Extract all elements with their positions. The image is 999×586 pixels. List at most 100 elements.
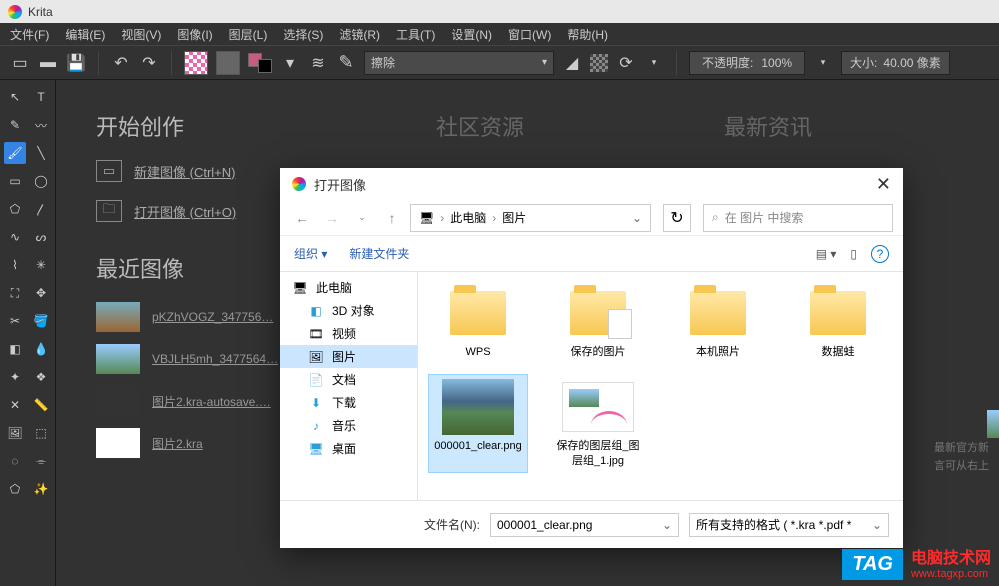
file-item-image[interactable]: 000001_clear.png xyxy=(428,374,528,473)
new-folder-button[interactable]: 新建文件夹 xyxy=(349,245,409,262)
fill-tool-icon[interactable]: 🪣 xyxy=(30,310,52,332)
nav-recent-icon[interactable]: ⌄ xyxy=(350,206,374,230)
sidebar-item-pictures[interactable]: 🖼图片 xyxy=(280,345,417,368)
file-item-folder[interactable]: 保存的图片 xyxy=(548,280,648,364)
menu-edit[interactable]: 编辑(E) xyxy=(61,24,109,45)
line-tool-icon[interactable]: ╲ xyxy=(30,142,52,164)
filename-label: 文件名(N): xyxy=(424,516,480,533)
contiguous-select-tool-icon[interactable]: ✨ xyxy=(30,478,52,500)
watermark-tag: TAG xyxy=(842,549,903,580)
sidebar-item-downloads[interactable]: ⬇下载 xyxy=(280,391,417,414)
freehand-select-tool-icon[interactable]: ⌯ xyxy=(30,450,52,472)
brush-tool-icon[interactable]: 🖌 xyxy=(4,142,26,164)
main-toolbar: ▭ ▬ 💾 ↶ ↷ ▾ ≋ ✎ 擦除 ◢ ⟳ ▾ 不透明度: 100% ▾ 大小… xyxy=(0,45,999,80)
filename-input[interactable]: 000001_clear.png xyxy=(490,513,679,537)
address-bar[interactable]: 🖥 › 此电脑 › 图片 ⌄ xyxy=(410,204,651,232)
menu-settings[interactable]: 设置(N) xyxy=(447,24,496,45)
help-icon[interactable]: ? xyxy=(871,245,889,263)
menu-layer[interactable]: 图层(L) xyxy=(225,24,272,45)
calligraphy-tool-icon[interactable]: 〰 xyxy=(30,114,52,136)
title-bar: Krita xyxy=(0,0,999,23)
pattern-edit-tool-icon[interactable]: ❖ xyxy=(30,366,52,388)
menu-file[interactable]: 文件(F) xyxy=(6,24,53,45)
separator xyxy=(171,51,172,75)
menu-help[interactable]: 帮助(H) xyxy=(563,24,612,45)
chevron-down-icon[interactable]: ▾ xyxy=(644,53,664,73)
brush-preset-icon[interactable]: ✎ xyxy=(336,53,356,73)
filetype-select[interactable]: 所有支持的格式 ( *.kra *.pdf * xyxy=(689,513,889,537)
nav-up-icon[interactable]: ↑ xyxy=(380,206,404,230)
preview-pane-button[interactable]: ▯ xyxy=(850,247,857,261)
transform-tool-icon[interactable]: ⛶ xyxy=(4,282,26,304)
text-tool-icon[interactable]: T xyxy=(30,86,52,108)
menu-image[interactable]: 图像(I) xyxy=(173,24,216,45)
color-picker[interactable] xyxy=(248,53,272,73)
nav-forward-icon[interactable]: → xyxy=(320,206,344,230)
refresh-button[interactable]: ↻ xyxy=(663,204,691,232)
measure-tool-icon[interactable]: 📏 xyxy=(30,394,52,416)
poly-select-tool-icon[interactable]: ⬠ xyxy=(4,478,26,500)
smart-patch-tool-icon[interactable]: ✦ xyxy=(4,366,26,388)
ellipse-select-tool-icon[interactable]: ◌ xyxy=(4,450,26,472)
opacity-slider[interactable]: 不透明度: 100% xyxy=(689,51,805,75)
redo-icon[interactable]: ↷ xyxy=(139,53,159,73)
polygon-tool-icon[interactable]: ⬠ xyxy=(4,198,26,220)
rect-tool-icon[interactable]: ▭ xyxy=(4,170,26,192)
freehand-path-tool-icon[interactable]: ᔕ xyxy=(30,226,52,248)
organize-menu[interactable]: 组织 ▾ xyxy=(294,245,327,262)
crop-tool-icon[interactable]: ✂ xyxy=(4,310,26,332)
menu-select[interactable]: 选择(S) xyxy=(279,24,327,45)
file-item-image[interactable]: 保存的图层组_图层组_1.jpg xyxy=(548,374,648,473)
close-icon[interactable]: ✕ xyxy=(876,174,891,195)
view-mode-button[interactable]: ▤ ▾ xyxy=(816,247,837,261)
open-doc-icon[interactable]: ▬ xyxy=(38,53,58,73)
chevron-down-icon[interactable]: ▾ xyxy=(813,53,833,73)
file-item-folder[interactable]: WPS xyxy=(428,280,528,364)
eraser-icon[interactable]: ◢ xyxy=(562,53,582,73)
search-input[interactable]: ⌕ 在 图片 中搜索 xyxy=(703,204,893,232)
file-item-folder[interactable]: 本机照片 xyxy=(668,280,768,364)
size-label: 大小: xyxy=(850,54,877,71)
polyline-tool-icon[interactable]: 〳 xyxy=(30,198,52,220)
sidebar-item-videos[interactable]: 🎞视频 xyxy=(280,322,417,345)
ellipse-tool-icon[interactable]: ◯ xyxy=(30,170,52,192)
reference-tool-icon[interactable]: 🖼 xyxy=(4,422,26,444)
menu-tools[interactable]: 工具(T) xyxy=(392,24,439,45)
sidebar-item-3d[interactable]: ◧3D 对象 xyxy=(280,299,417,322)
bezier-tool-icon[interactable]: ∿ xyxy=(4,226,26,248)
blend-mode-select[interactable]: 擦除 xyxy=(364,51,554,75)
menu-bar: 文件(F) 编辑(E) 视图(V) 图像(I) 图层(L) 选择(S) 滤镜(R… xyxy=(0,23,999,45)
chevron-down-icon[interactable]: ▾ xyxy=(280,53,300,73)
menu-view[interactable]: 视图(V) xyxy=(117,24,165,45)
reload-icon[interactable]: ⟳ xyxy=(616,53,636,73)
save-doc-icon[interactable]: 💾 xyxy=(66,53,86,73)
new-doc-icon[interactable]: ▭ xyxy=(10,53,30,73)
sidebar-item-music[interactable]: ♪音乐 xyxy=(280,414,417,437)
undo-icon[interactable]: ↶ xyxy=(111,53,131,73)
menu-window[interactable]: 窗口(W) xyxy=(504,24,555,45)
alpha-lock-icon[interactable] xyxy=(590,54,608,72)
menu-filter[interactable]: 滤镜(R) xyxy=(335,24,384,45)
multibrush-tool-icon[interactable]: ✳ xyxy=(30,254,52,276)
lines-icon[interactable]: ≋ xyxy=(308,53,328,73)
rect-select-tool-icon[interactable]: ⬚ xyxy=(30,422,52,444)
dynamic-brush-tool-icon[interactable]: ⌇ xyxy=(4,254,26,276)
nav-back-icon[interactable]: ← xyxy=(290,206,314,230)
texture-swatch[interactable] xyxy=(216,51,240,75)
file-item-folder[interactable]: 数据蛙 xyxy=(788,280,888,364)
assistant-tool-icon[interactable]: ✕ xyxy=(4,394,26,416)
color-picker-tool-icon[interactable]: 💧 xyxy=(30,338,52,360)
opacity-label: 不透明度: xyxy=(702,54,753,71)
pattern-swatch[interactable] xyxy=(184,51,208,75)
sidebar-item-this-pc[interactable]: 🖥此电脑 xyxy=(280,276,417,299)
sidebar-item-desktop[interactable]: 🖥桌面 xyxy=(280,437,417,460)
dialog-sidebar: 🖥此电脑 ◧3D 对象 🎞视频 🖼图片 📄文档 ⬇下载 ♪音乐 🖥桌面 xyxy=(280,272,418,500)
edit-shape-tool-icon[interactable]: ✎ xyxy=(4,114,26,136)
dialog-title-bar: 打开图像 ✕ xyxy=(280,168,903,200)
gradient-tool-icon[interactable]: ◧ xyxy=(4,338,26,360)
move-tool-icon[interactable]: ↖ xyxy=(4,86,26,108)
brush-size-input[interactable]: 大小: 40.00 像素 xyxy=(841,51,950,75)
size-value: 40.00 像素 xyxy=(883,54,940,71)
move-layer-tool-icon[interactable]: ✥ xyxy=(30,282,52,304)
sidebar-item-documents[interactable]: 📄文档 xyxy=(280,368,417,391)
